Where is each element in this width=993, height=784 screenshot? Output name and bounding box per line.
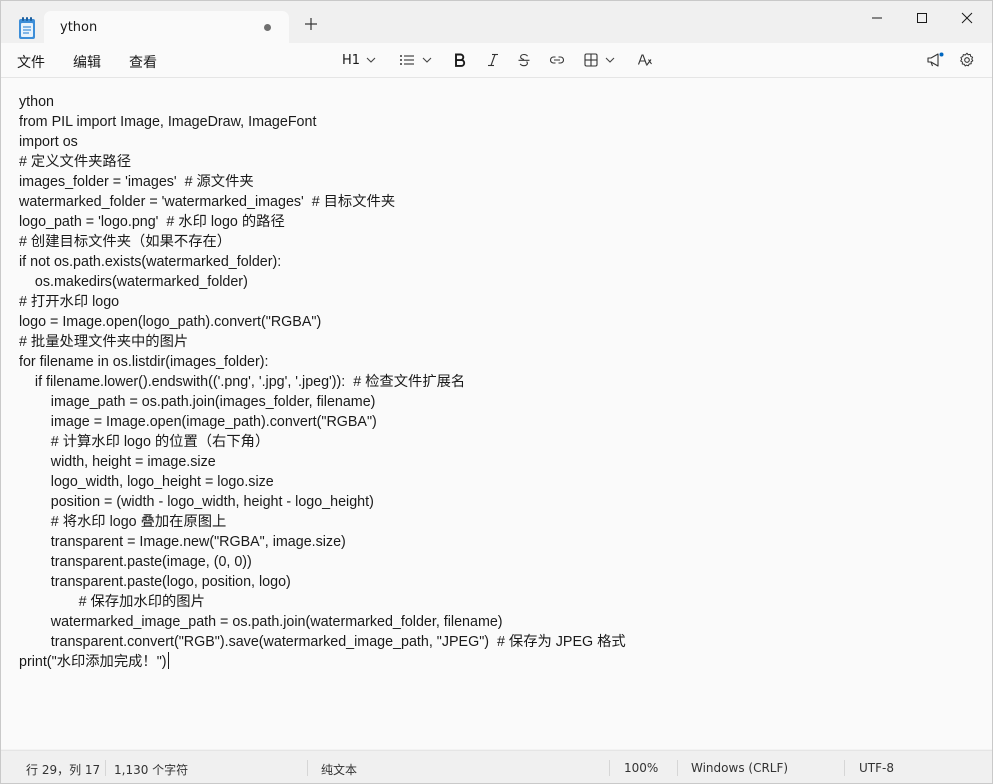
character-count: 1,130 个字符 [114,763,189,777]
close-icon [961,12,973,24]
maximize-button[interactable] [899,7,945,29]
gear-icon [960,52,974,67]
editor-line[interactable]: position = (width - logo_width, height -… [19,492,626,512]
bulleted-list-icon [400,55,414,65]
maximize-icon [917,13,927,23]
minimize-button[interactable] [854,7,900,29]
unsaved-indicator-icon[interactable] [264,24,271,31]
clear-formatting-button[interactable] [637,49,653,71]
heading-label: H1 [342,52,361,68]
editor-line[interactable]: # 批量处理文件夹中的图片 [19,332,626,352]
editor-line[interactable]: transparent = Image.new("RGBA", image.si… [19,532,626,552]
chevron-down-icon [605,57,615,63]
link-icon [550,56,564,64]
table-dropdown[interactable] [584,49,615,71]
menu-bar: 文件 编辑 查看 H1 [1,43,992,78]
bold-icon [455,53,466,67]
list-dropdown[interactable] [399,49,432,71]
megaphone-icon [927,52,944,67]
heading-dropdown[interactable]: H1 [342,49,376,71]
editor-line[interactable]: transparent.convert("RGB").save(watermar… [19,632,626,652]
status-bar: 行 29，列 17 1,130 个字符 纯文本 100% Windows (CR… [1,750,992,783]
menu-edit[interactable]: 编辑 [73,52,101,72]
editor-line[interactable]: logo_path = 'logo.png' # 水印 logo 的路径 [19,212,626,232]
editor-content[interactable]: ython from PIL import Image, ImageDraw, I… [19,92,626,672]
italic-icon [488,53,498,67]
editor-line[interactable]: # 将水印 logo 叠加在原图上 [19,512,626,532]
editor-line[interactable]: logo = Image.open(logo_path).convert("RG… [19,312,626,332]
status-divider [609,760,610,776]
text-caret [167,652,169,669]
settings-button[interactable] [959,49,975,71]
chevron-down-icon [366,57,376,63]
status-divider [677,760,678,776]
close-button[interactable] [944,7,990,29]
editor-line[interactable]: # 创建目标文件夹（如果不存在） [19,232,626,252]
editor-line[interactable]: import os [19,132,626,152]
chevron-down-icon [422,57,432,63]
clear-formatting-icon [637,54,652,66]
title-bar: ython [1,1,992,45]
new-tab-button[interactable] [302,15,320,33]
editor-line[interactable]: # 定义文件夹路径 [19,152,626,172]
status-divider [105,760,106,776]
editor-line[interactable]: transparent.paste(image, (0, 0)) [19,552,626,572]
menu-file[interactable]: 文件 [17,52,45,72]
editor-line[interactable]: images_folder = 'images' # 源文件夹 [19,172,626,192]
editor-line[interactable]: transparent.paste(logo, position, logo) [19,572,626,592]
status-divider [307,760,308,776]
editor-line[interactable]: if filename.lower().endswith(('.png', '.… [19,372,626,392]
editor-line[interactable]: logo_width, logo_height = logo.size [19,472,626,492]
editor-line[interactable]: # 保存加水印的图片 [19,592,626,612]
feedback-button[interactable] [926,49,944,71]
link-button[interactable] [549,49,565,71]
table-icon [584,53,598,67]
zoom-level[interactable]: 100% [624,761,658,775]
editor-line[interactable]: os.makedirs(watermarked_folder) [19,272,626,292]
editor-line[interactable]: print("水印添加完成！") [19,652,626,672]
text-format[interactable]: 纯文本 [321,761,357,778]
strikethrough-button[interactable] [517,49,531,71]
minimize-icon [872,17,882,19]
editor-line[interactable]: ython [19,92,626,112]
notepad-window: ython 文件 编辑 查看 H1 ython from PIL import … [0,0,993,784]
editor-line[interactable]: for filename in os.listdir(images_folder… [19,352,626,372]
editor-line[interactable]: # 计算水印 logo 的位置（右下角） [19,432,626,452]
encoding[interactable]: UTF-8 [859,761,894,775]
status-divider [844,760,845,776]
editor-line[interactable]: # 打开水印 logo [19,292,626,312]
strikethrough-icon [518,53,530,67]
editor-line[interactable]: watermarked_image_path = os.path.join(wa… [19,612,626,632]
editor-line[interactable]: from PIL import Image, ImageDraw, ImageF… [19,112,626,132]
editor-line[interactable]: width, height = image.size [19,452,626,472]
editor-line[interactable]: image_path = os.path.join(images_folder,… [19,392,626,412]
notepad-app-icon [15,15,39,41]
bold-button[interactable] [453,49,467,71]
tab-document[interactable]: ython [44,11,289,45]
editor-line[interactable]: image = Image.open(image_path).convert("… [19,412,626,432]
line-ending[interactable]: Windows (CRLF) [691,761,788,775]
editor-line[interactable]: watermarked_folder = 'watermarked_images… [19,192,626,212]
text-editor[interactable]: ython from PIL import Image, ImageDraw, I… [1,78,992,749]
plus-icon [305,18,317,30]
editor-line[interactable]: if not os.path.exists(watermarked_folder… [19,252,626,272]
tab-title: ython [60,20,98,35]
menu-view[interactable]: 查看 [129,52,157,72]
italic-button[interactable] [486,49,500,71]
cursor-position[interactable]: 行 29，列 17 [26,761,100,778]
